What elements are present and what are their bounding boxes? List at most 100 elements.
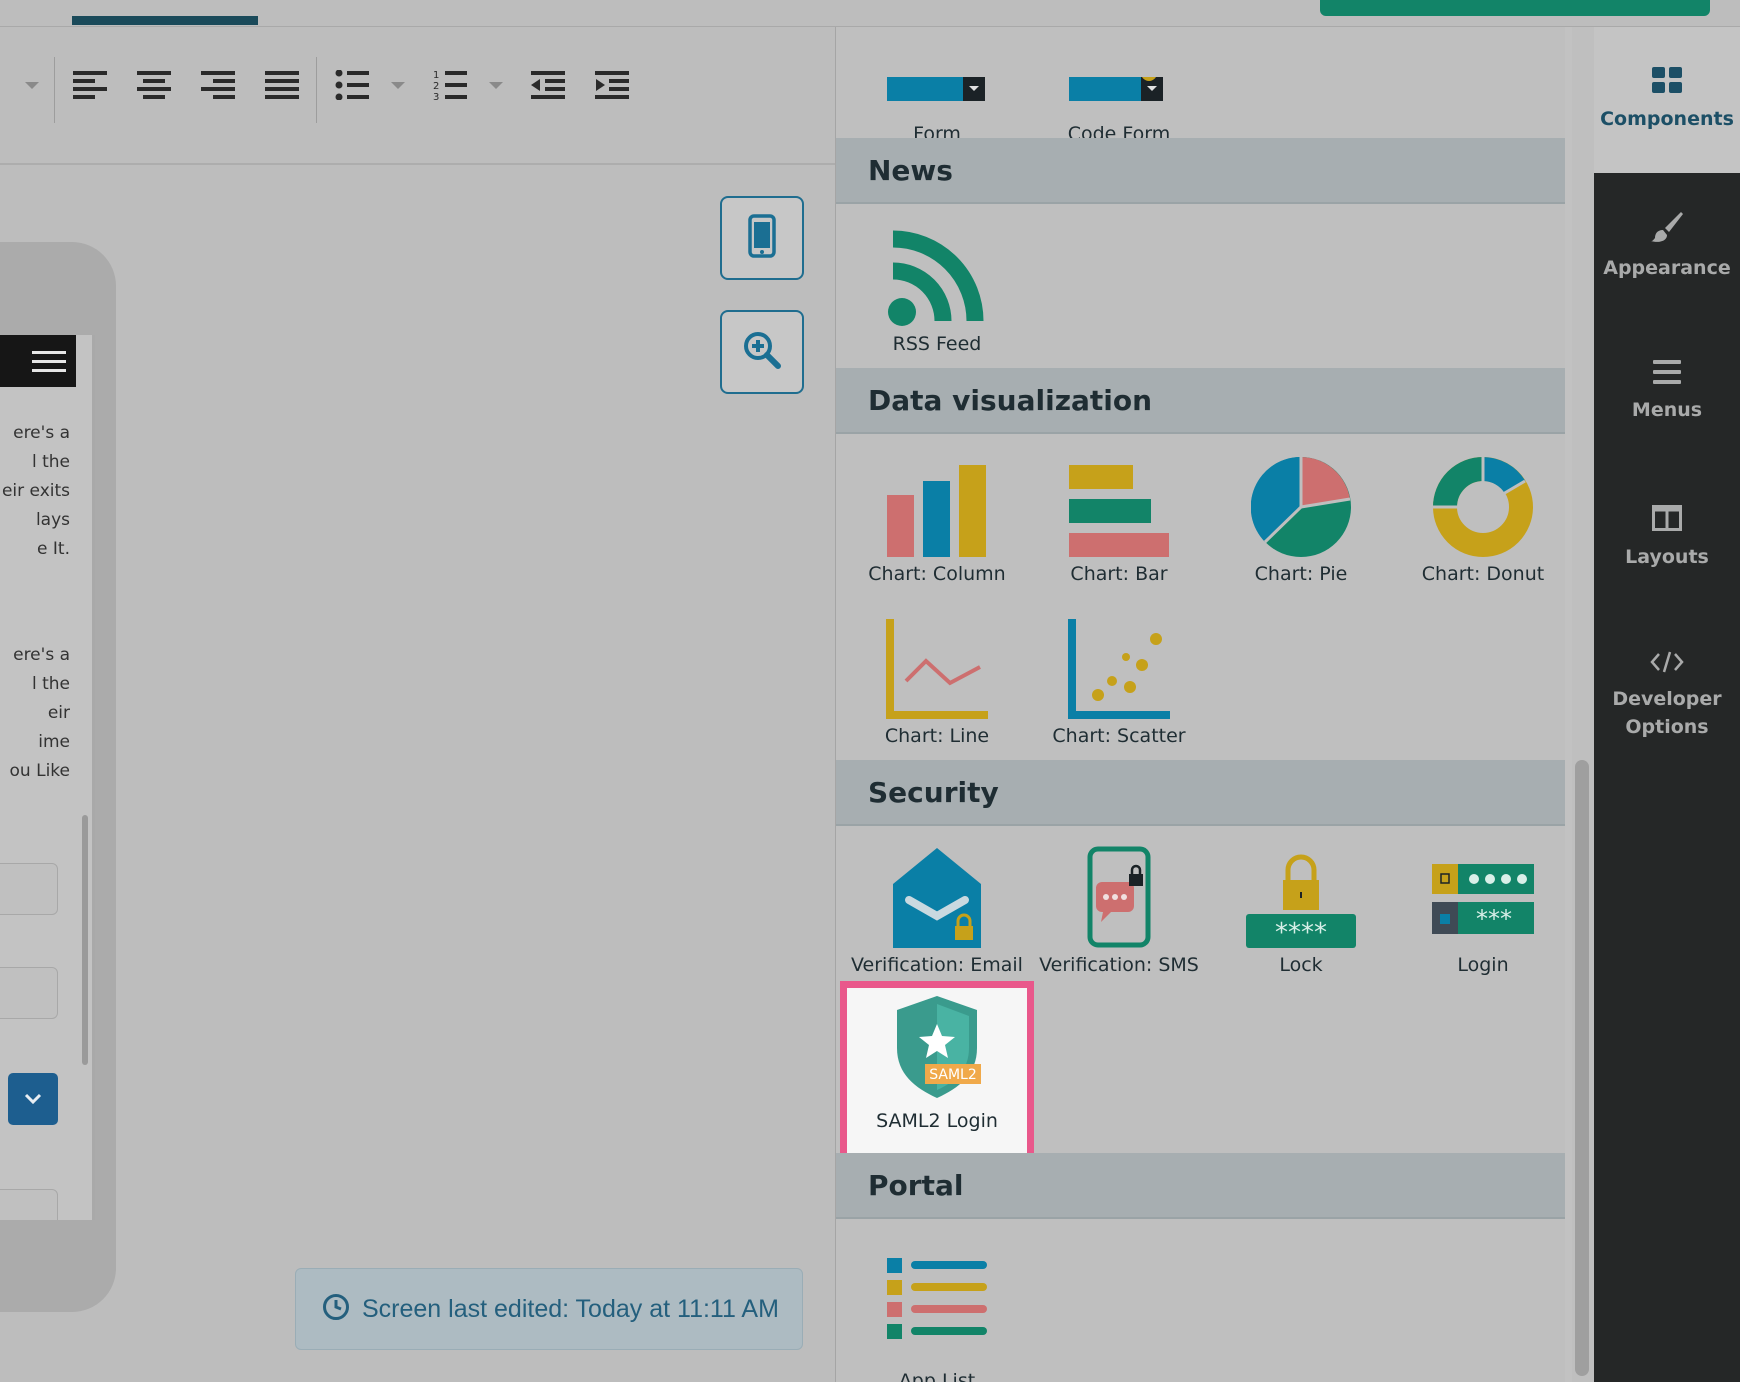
code-form-icon xyxy=(1029,27,1209,117)
preview-scrollbar[interactable] xyxy=(82,815,88,1065)
layout-icon xyxy=(1652,505,1682,535)
component-label: Chart: Bar xyxy=(1070,563,1168,585)
svg-text:3: 3 xyxy=(433,92,439,101)
rail-item-layouts[interactable]: Layouts xyxy=(1594,465,1740,611)
rail-item-components[interactable]: Components xyxy=(1594,27,1740,173)
numbered-list-icon[interactable]: 123 xyxy=(432,67,468,103)
column-chart-icon xyxy=(847,447,1027,557)
scatter-chart-icon xyxy=(1029,609,1209,719)
section-header-news: News xyxy=(836,138,1565,204)
component-label: Lock xyxy=(1279,954,1323,976)
section-title: Data visualization xyxy=(868,383,1153,417)
component-saml2-login[interactable]: SAML2 SAML2 Login xyxy=(840,981,1034,1160)
preview-line: eir exits xyxy=(1,481,70,501)
component-label: Verification: Email xyxy=(851,954,1023,976)
indent-icon[interactable] xyxy=(594,67,630,103)
rail-item-label: Components xyxy=(1600,108,1734,130)
component-label: Chart: Scatter xyxy=(1052,725,1186,747)
preview-line: ime xyxy=(38,732,70,752)
section-header-portal: Portal xyxy=(836,1153,1565,1219)
code-icon xyxy=(1650,651,1684,677)
preview-line: l the xyxy=(31,674,70,694)
last-edited-status: Screen last edited: Today at 11:11 AM xyxy=(295,1268,803,1350)
component-label: Chart: Pie xyxy=(1254,563,1348,585)
svg-text:2: 2 xyxy=(433,81,439,92)
rss-icon xyxy=(847,217,1027,327)
editor-area: 123 ere's a l the eir exits lays e It. e… xyxy=(0,0,835,1382)
preview-input-field[interactable] xyxy=(0,863,58,915)
hamburger-menu-icon[interactable] xyxy=(32,351,66,373)
component-chart-scatter[interactable]: Chart: Scatter xyxy=(1029,609,1209,769)
component-app-list[interactable]: App List xyxy=(847,1232,1027,1382)
zoom-in-icon xyxy=(742,330,782,374)
preview-paragraph: ere's a l the eir exits lays e It. xyxy=(0,419,70,564)
align-center-icon[interactable] xyxy=(136,67,172,103)
component-label: SAML2 Login xyxy=(876,1110,998,1132)
menu-icon xyxy=(1653,360,1681,388)
publish-button[interactable] xyxy=(1320,0,1710,16)
component-chart-donut[interactable]: Chart: Donut xyxy=(1393,447,1565,607)
last-edited-text: Screen last edited: Today at 11:11 AM xyxy=(362,1294,779,1323)
component-verification-email[interactable]: Verification: Email xyxy=(847,838,1027,998)
preview-input-field[interactable] xyxy=(0,1189,58,1220)
bar-chart-icon xyxy=(1029,447,1209,557)
preview-line: ou Like xyxy=(9,761,70,781)
mobile-preview-button[interactable] xyxy=(720,196,804,280)
component-chart-column[interactable]: Chart: Column xyxy=(847,447,1027,607)
outdent-icon[interactable] xyxy=(530,67,566,103)
section-title: Portal xyxy=(868,1168,964,1202)
pie-chart-icon xyxy=(1211,447,1391,557)
preview-line: ere's a xyxy=(13,423,70,443)
rail-item-appearance[interactable]: Appearance xyxy=(1594,173,1740,319)
rail-item-label: Layouts xyxy=(1625,546,1709,568)
panel-scrollbar-thumb[interactable] xyxy=(1575,760,1589,1376)
section-title: Security xyxy=(868,775,999,809)
component-label: Login xyxy=(1457,954,1509,976)
paintbrush-icon xyxy=(1651,210,1683,246)
rail-item-label: Menus xyxy=(1631,399,1703,421)
rail-item-developer-options[interactable]: Developer Options xyxy=(1594,611,1740,781)
component-chart-bar[interactable]: Chart: Bar xyxy=(1029,447,1209,607)
preview-line: ere's a xyxy=(13,645,70,665)
component-label: Chart: Column xyxy=(868,563,1006,585)
preview-line: lays xyxy=(35,510,70,530)
section-title: News xyxy=(868,153,953,187)
saml2-badge: SAML2 xyxy=(929,1067,977,1083)
sms-verification-icon xyxy=(1029,838,1209,948)
component-label: RSS Feed xyxy=(892,333,982,355)
zoom-button[interactable] xyxy=(720,310,804,394)
saml2-shield-icon: SAML2 xyxy=(847,988,1027,1098)
align-justify-icon[interactable] xyxy=(264,67,300,103)
align-left-icon[interactable] xyxy=(72,67,108,103)
line-chart-icon xyxy=(847,609,1027,719)
active-tab-indicator xyxy=(72,16,258,25)
bullet-list-caret-icon[interactable] xyxy=(388,79,408,93)
bullet-list-icon[interactable] xyxy=(334,67,370,103)
preview-input-field[interactable] xyxy=(0,967,58,1019)
component-login[interactable]: *** Login xyxy=(1393,838,1565,998)
preview-dropdown-button[interactable] xyxy=(8,1073,58,1125)
font-dropdown-caret-icon[interactable] xyxy=(22,79,42,93)
right-nav-rail: Components Appearance Menus Layouts Deve… xyxy=(1594,27,1740,1382)
mobile-phone-icon xyxy=(748,214,776,262)
component-chart-pie[interactable]: Chart: Pie xyxy=(1211,447,1391,607)
component-label: App List xyxy=(898,1370,976,1382)
component-rss-feed[interactable]: RSS Feed xyxy=(847,217,1027,377)
phone-app-header xyxy=(0,335,76,387)
top-strip xyxy=(0,0,1740,27)
login-icon: *** xyxy=(1393,838,1565,948)
component-chart-line[interactable]: Chart: Line xyxy=(847,609,1027,769)
phone-preview-screen[interactable]: ere's a l the eir exits lays e It. ere's… xyxy=(0,335,95,1220)
preview-paragraph: ere's a l the eir ime ou Like xyxy=(0,641,70,786)
section-header-data-visualization: Data visualization xyxy=(836,368,1565,434)
component-verification-sms[interactable]: Verification: SMS xyxy=(1029,838,1209,998)
align-right-icon[interactable] xyxy=(200,67,236,103)
svg-text:***: *** xyxy=(1476,905,1512,933)
svg-text:****: **** xyxy=(1275,918,1327,948)
component-lock[interactable]: **** Lock xyxy=(1211,838,1391,998)
toolbar-divider xyxy=(54,57,55,123)
toolbar-divider xyxy=(316,57,317,123)
rail-item-menus[interactable]: Menus xyxy=(1594,319,1740,465)
numbered-list-caret-icon[interactable] xyxy=(486,79,506,93)
component-label: Verification: SMS xyxy=(1039,954,1199,976)
